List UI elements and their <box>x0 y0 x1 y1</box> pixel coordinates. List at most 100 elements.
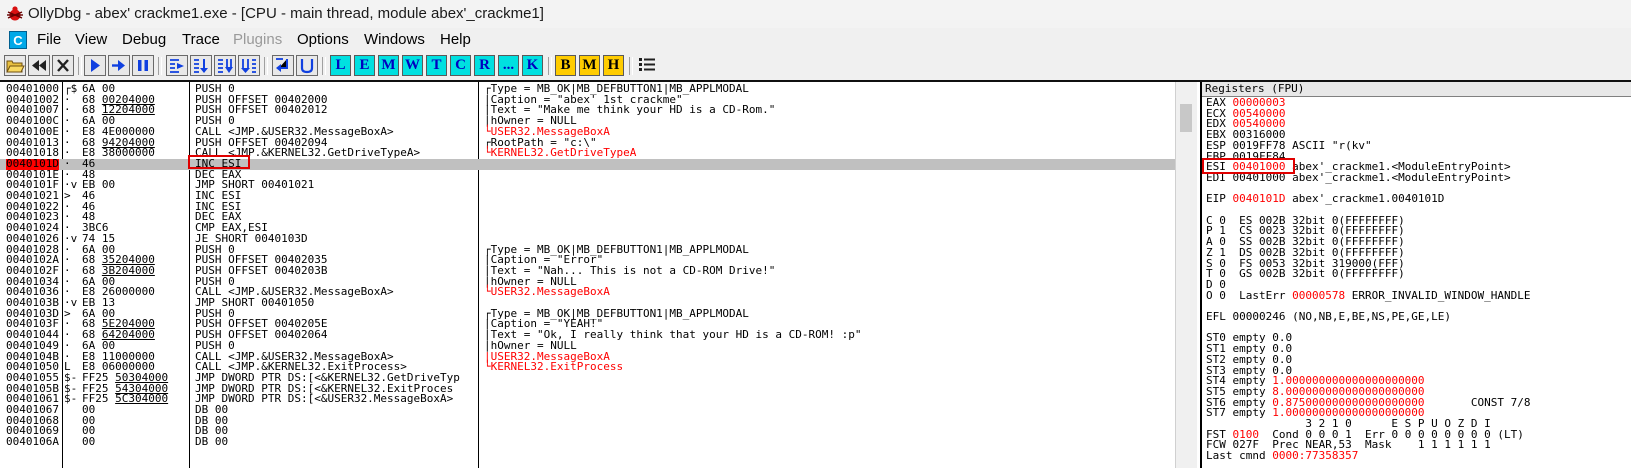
memory-breakpoints-button[interactable]: M <box>579 55 600 76</box>
code-row[interactable]: 00401068 00 DB 00 <box>0 415 1196 427</box>
disassembly-scrollbar[interactable] <box>1175 82 1197 468</box>
memory-map-button[interactable]: M <box>378 55 399 76</box>
code-row[interactable]: 00401061 $- FF25 5C304000 JMP DWORD PTR DS:… <box>0 392 1196 406</box>
ollydbg-bug-icon <box>7 6 23 21</box>
code-row[interactable]: 00401044 · 68 64204000 PUSH OFFSET 00402064… <box>0 329 1196 341</box>
toolbar: L E M W T C R ... K B M H <box>0 52 1631 82</box>
breakpoints-button[interactable]: B <box>555 55 576 76</box>
run-trace-button[interactable]: ... <box>498 55 519 76</box>
code-instruction: DB 00 <box>195 435 229 449</box>
toolbar-separator <box>264 57 268 75</box>
cpu-window-icon[interactable]: C <box>9 31 27 49</box>
code-row[interactable]: 00401067 00 DB 00 <box>0 404 1196 416</box>
call-stack-button[interactable]: K <box>522 55 543 76</box>
register-line[interactable]: EDI 00401000 abex'_crackme1.<ModuleEntry… <box>1206 172 1511 184</box>
code-hex-fixup: 5C304000 <box>115 392 169 406</box>
menu-trace[interactable]: Trace <box>182 31 220 48</box>
hardware-breakpoints-button[interactable]: H <box>603 55 624 76</box>
code-row[interactable]: 00401007 · 68 12204000 PUSH OFFSET 00402012… <box>0 104 1196 116</box>
trace-over-icon[interactable] <box>238 55 260 76</box>
register-name: Last cmnd <box>1206 449 1273 463</box>
register-value: 00000246 (NO,NB,E,BE,NS,PE,GE,LE) <box>1232 310 1452 323</box>
code-address: 0040106A <box>6 435 59 449</box>
cpu-button[interactable]: C <box>450 55 471 76</box>
code-row[interactable]: 00401021 >46 INC ESI <box>0 190 1196 202</box>
executable-modules-button[interactable]: E <box>354 55 375 76</box>
register-name: O 0 LastErr <box>1206 288 1293 302</box>
execute-till-user-code-icon[interactable] <box>296 55 318 76</box>
search-results-button[interactable]: R <box>474 55 495 76</box>
register-changed-value: 0000:77358357 <box>1272 449 1359 463</box>
annotation-highlight-inc-esi <box>188 155 250 169</box>
code-comment: └USER32.MessageBoxA <box>484 285 610 299</box>
toolbar-separator <box>158 57 162 75</box>
register-value: GS 002B 32bit 0(FFFFFFFF) <box>1239 267 1405 281</box>
execute-till-return-icon[interactable] <box>272 55 294 76</box>
code-row[interactable]: 00401022 · 46 INC ESI <box>0 201 1196 213</box>
code-comment: └KERNEL32.GetDriveTypeA <box>484 146 637 160</box>
toolbar-separator <box>629 57 633 75</box>
code-row[interactable]: 0040106A 00 DB 00 <box>0 435 1196 449</box>
menu-bar: C File View Debug Trace Plugins Options … <box>0 28 1631 52</box>
menu-debug[interactable]: Debug <box>122 31 166 48</box>
register-value: abex'_crackme1.0040101D <box>1285 192 1445 206</box>
menu-help[interactable]: Help <box>440 31 471 48</box>
run-icon[interactable] <box>84 55 106 76</box>
code-comment: └KERNEL32.ExitProcess <box>484 360 624 374</box>
threads-button[interactable]: T <box>426 55 447 76</box>
step-over-icon[interactable] <box>190 55 212 76</box>
register-name: EFL <box>1206 310 1233 323</box>
register-value: ERROR_INVALID_WINDOW_HANDLE <box>1345 288 1531 302</box>
code-hex-dump: 00 <box>82 435 96 449</box>
registers-header: Registers (FPU) <box>1202 82 1631 97</box>
window-title: OllyDbg - abex' crackme1.exe - [CPU - ma… <box>28 5 544 22</box>
register-line[interactable]: EFL 00000246 (NO,NB,E,BE,NS,PE,GE,LE) <box>1206 310 1452 323</box>
annotation-highlight-esi <box>1202 158 1295 174</box>
register-line[interactable]: O 0 LastErr 00000578 ERROR_INVALID_WINDO… <box>1206 288 1531 302</box>
code-row[interactable]: 00401018 · E8 38000000 CALL <JMP.&KERNEL32.… <box>0 146 1196 160</box>
open-icon[interactable] <box>4 55 26 76</box>
pause-icon[interactable] <box>132 55 154 76</box>
register-line[interactable]: Last cmnd 0000:77358357 <box>1206 449 1359 463</box>
list-icon[interactable] <box>637 55 659 76</box>
toolbar-separator <box>548 57 552 75</box>
menu-options[interactable]: Options <box>297 31 349 48</box>
restart-icon[interactable] <box>28 55 50 76</box>
code-row[interactable]: 00401069 00 DB 00 <box>0 425 1196 437</box>
code-row[interactable]: 0040101E · 48 DEC EAX <box>0 169 1196 181</box>
code-instruction: JMP DWORD PTR DS:[<&USER32.MessageBoxA> <box>195 392 454 406</box>
code-row[interactable]: 00401023 · 48 DEC EAX <box>0 211 1196 223</box>
registers-pane[interactable]: Registers (FPU) EAX 00000003 ECX 00540000… <box>1200 82 1631 468</box>
code-row[interactable]: 00401055 $- FF25 50304000 JMP DWORD PTR DS:… <box>0 372 1196 384</box>
run-thread-icon[interactable] <box>108 55 130 76</box>
register-line[interactable]: T 0 GS 002B 32bit 0(FFFFFFFF) <box>1206 267 1405 281</box>
menu-file[interactable]: File <box>37 31 61 48</box>
scrollbar-thumb[interactable] <box>1180 104 1192 132</box>
menu-plugins[interactable]: Plugins <box>233 31 282 48</box>
trace-into-icon[interactable] <box>214 55 236 76</box>
code-row[interactable]: 00401036 · E8 26000000 CALL <JMP.&USER32.Me… <box>0 285 1196 299</box>
log-window-button[interactable]: L <box>330 55 351 76</box>
code-row[interactable]: 0040100E · E8 4E000000 CALL <JMP.&USER32.Me… <box>0 126 1196 138</box>
register-changed-value: 00000578 <box>1292 288 1346 302</box>
title-bar: OllyDbg - abex' crackme1.exe - [CPU - ma… <box>0 0 1631 28</box>
close-icon[interactable] <box>52 55 74 76</box>
step-into-icon[interactable] <box>166 55 188 76</box>
code-row[interactable]: 0040101F ·v EB 00 JMP SHORT 00401021 <box>0 179 1196 191</box>
windows-button[interactable]: W <box>402 55 423 76</box>
menu-windows[interactable]: Windows <box>364 31 425 48</box>
register-line[interactable]: EIP 0040101D abex'_crackme1.0040101D <box>1206 192 1445 206</box>
toolbar-separator <box>322 57 326 75</box>
code-jump-marker: $- <box>64 392 78 406</box>
code-row[interactable]: 00401024 · 3BC6 CMP EAX,ESI <box>0 222 1196 234</box>
register-value: CONST 7/8 <box>1424 395 1531 409</box>
register-name: EIP <box>1206 192 1233 206</box>
code-row[interactable]: 0040102F · 68 3B204000 PUSH OFFSET 0040203B… <box>0 265 1196 277</box>
code-row[interactable]: 0040105B $- FF25 54304000 JMP DWORD PTR DS:… <box>0 383 1196 395</box>
menu-view[interactable]: View <box>75 31 107 48</box>
code-hex-bytes: 00 <box>82 435 96 449</box>
disassembly-pane[interactable]: 00401000 ┌$ 6A 00 PUSH 0 ┌Type = MB_OK|MB_DE… <box>0 82 1196 468</box>
code-row[interactable]: 00401050 L E8 06000000 CALL <JMP.&KERNEL32.… <box>0 360 1196 374</box>
register-changed-value: 0040101D <box>1232 192 1286 206</box>
code-row[interactable]: 0040101D · 46 INC ESI <box>0 158 1196 170</box>
